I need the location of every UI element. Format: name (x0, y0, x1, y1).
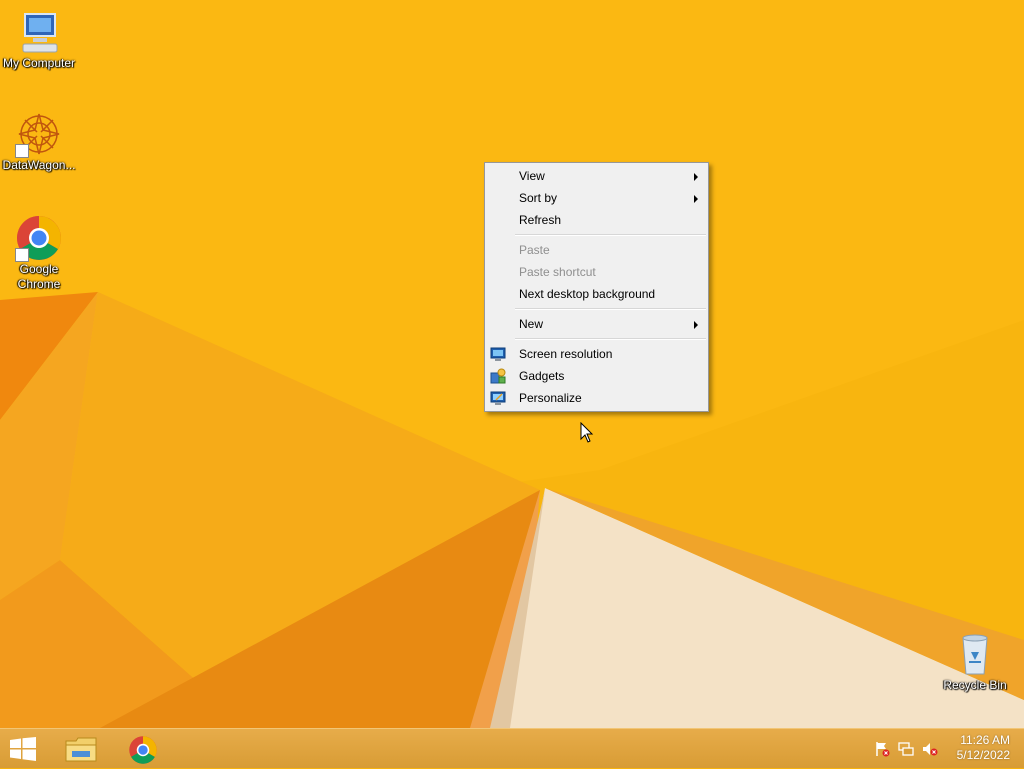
desktop-icon-label: Google Chrome (17, 262, 61, 291)
menu-item-label: Paste (519, 243, 550, 257)
menu-item-label: Gadgets (519, 369, 565, 383)
desktop-icon-datawagon[interactable]: DataWagon... (0, 110, 78, 173)
menu-item-label: View (519, 169, 545, 183)
desktop-icon-label: DataWagon... (2, 158, 76, 172)
speaker-muted-icon[interactable] (922, 741, 938, 757)
menu-item-label: Personalize (519, 391, 582, 405)
start-button[interactable] (0, 729, 46, 769)
network-icon[interactable] (898, 741, 914, 757)
menu-item-paste-shortcut[interactable]: Paste shortcut (485, 261, 708, 283)
taskbar: 11:26 AM 5/12/2022 (0, 728, 1024, 768)
file-explorer-icon (65, 737, 97, 762)
clock-date: 5/12/2022 (956, 748, 1010, 762)
submenu-arrow-icon (694, 321, 698, 329)
menu-item-label: Paste shortcut (519, 265, 596, 279)
menu-item-refresh[interactable]: Refresh (485, 209, 708, 231)
menu-item-screen-resolution[interactable]: Screen resolution (485, 343, 708, 365)
menu-item-label: Screen resolution (519, 347, 613, 361)
system-clock[interactable]: 11:26 AM 5/12/2022 (957, 733, 1010, 763)
gadgets-icon (490, 368, 506, 384)
chrome-icon (129, 736, 157, 764)
submenu-arrow-icon (694, 173, 698, 181)
taskbar-file-explorer-button[interactable] (58, 729, 104, 769)
menu-separator (515, 308, 706, 310)
menu-item-label: Next desktop background (519, 287, 656, 301)
menu-item-label: Sort by (519, 191, 558, 205)
menu-item-personalize[interactable]: Personalize (485, 387, 708, 409)
shortcut-arrow-icon (15, 248, 29, 262)
chrome-icon (15, 214, 63, 262)
desktop-icon-label: My Computer (2, 56, 76, 70)
personalize-icon (490, 391, 506, 405)
menu-item-next-desktop-background[interactable]: Next desktop background (485, 283, 708, 305)
desktop-icon-label: Recycle Bin (943, 678, 1007, 692)
menu-item-label: Refresh (519, 213, 562, 227)
monitor-icon (490, 347, 506, 361)
datawagon-logo-icon (15, 110, 63, 158)
clock-time: 11:26 AM (960, 733, 1010, 747)
computer-icon (15, 8, 63, 56)
windows-logo-icon (10, 737, 36, 761)
desktop-icon-google-chrome[interactable]: Google Chrome (0, 214, 78, 292)
menu-item-sort-by[interactable]: Sort by (485, 187, 708, 209)
taskbar-chrome-button[interactable] (120, 729, 166, 769)
desktop-icon-recycle-bin[interactable]: Recycle Bin (936, 630, 1014, 693)
mouse-pointer-icon (580, 422, 594, 443)
submenu-arrow-icon (694, 195, 698, 203)
menu-separator (515, 234, 706, 236)
shortcut-arrow-icon (15, 144, 29, 158)
menu-item-view[interactable]: View (485, 165, 708, 187)
menu-item-gadgets[interactable]: Gadgets (485, 365, 708, 387)
menu-item-paste[interactable]: Paste (485, 239, 708, 261)
action-center-flag-icon[interactable] (874, 741, 890, 757)
desktop-icon-my-computer[interactable]: My Computer (0, 8, 78, 71)
recycle-bin-icon (951, 630, 999, 678)
menu-item-new[interactable]: New (485, 313, 708, 335)
menu-separator (515, 338, 706, 340)
desktop-context-menu: View Sort by Refresh Paste Paste shortcu… (484, 162, 709, 412)
menu-item-label: New (519, 317, 544, 331)
